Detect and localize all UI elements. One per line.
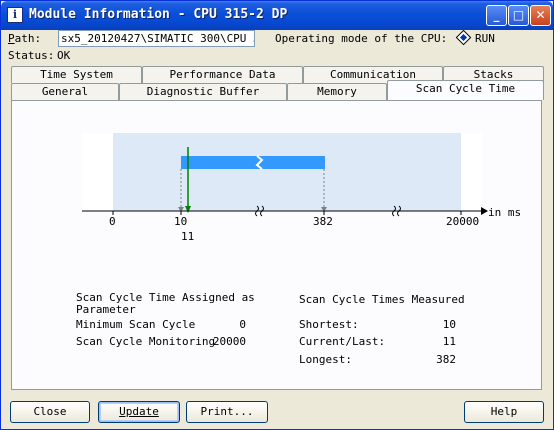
tab-scan-cycle-time[interactable]: Scan Cycle Time: [387, 80, 544, 100]
assigned-heading: Scan Cycle Time Assigned as Parameter: [76, 291, 255, 316]
path-label: Path:: [8, 32, 42, 45]
tab-performance-data[interactable]: Performance Data: [142, 66, 303, 83]
status-label: Status:: [8, 49, 55, 62]
window-title: Module Information - CPU 315-2 DP: [29, 7, 288, 22]
operating-mode-value: RUN: [475, 32, 495, 45]
longest-label: Longest:: [299, 353, 352, 366]
close-button[interactable]: Close: [10, 401, 90, 423]
axis-unit-label: in ms: [488, 206, 522, 219]
tick-label-20000: 20000: [446, 215, 480, 228]
longest-value: 382: [436, 353, 456, 366]
shortest-value: 10: [442, 318, 456, 331]
tick-label-10: 10: [174, 215, 188, 228]
current-last-value: 11: [442, 335, 456, 348]
minimize-button[interactable]: _: [486, 5, 507, 26]
step7-info-icon: i: [7, 7, 23, 23]
run-status-icon: [455, 29, 472, 46]
title-bar[interactable]: i Module Information - CPU 315-2 DP _ □ …: [1, 1, 553, 30]
help-button[interactable]: Help: [464, 401, 544, 423]
tab-time-system[interactable]: Time System: [11, 66, 142, 83]
update-button[interactable]: Update: [98, 401, 180, 423]
scan-cycle-monitoring-value: 20000: [212, 335, 246, 348]
current-value-label: 11: [181, 230, 195, 243]
tick-label-0: 0: [109, 215, 116, 228]
current-last-label: Current/Last:: [299, 335, 386, 348]
module-information-window: i Module Information - CPU 315-2 DP _ □ …: [0, 0, 554, 430]
tab-memory[interactable]: Memory: [287, 83, 387, 100]
shortest-label: Shortest:: [299, 318, 359, 331]
scan-cycle-monitoring-label: Scan Cycle Monitoring: [76, 335, 216, 348]
maximize-button[interactable]: □: [508, 5, 529, 26]
status-value: OK: [57, 49, 71, 62]
tab-general[interactable]: General: [11, 83, 119, 100]
tab-diagnostic-buffer[interactable]: Diagnostic Buffer: [119, 83, 287, 100]
path-field[interactable]: sx5_20120427\SIMATIC 300\CPU 315: [58, 30, 255, 47]
measured-heading: Scan Cycle Times Measured: [299, 293, 465, 306]
operating-mode-label: Operating mode of the CPU:: [275, 32, 448, 45]
print-button-label: Print...: [200, 405, 254, 418]
update-button-label: Update: [119, 405, 159, 418]
close-window-button[interactable]: ✕: [530, 5, 551, 26]
min-scan-cycle-label: Minimum Scan Cycle: [76, 318, 196, 331]
tick-label-382: 382: [313, 215, 333, 228]
min-scan-cycle-value: 0: [239, 318, 246, 331]
print-button[interactable]: Print...: [186, 401, 268, 423]
